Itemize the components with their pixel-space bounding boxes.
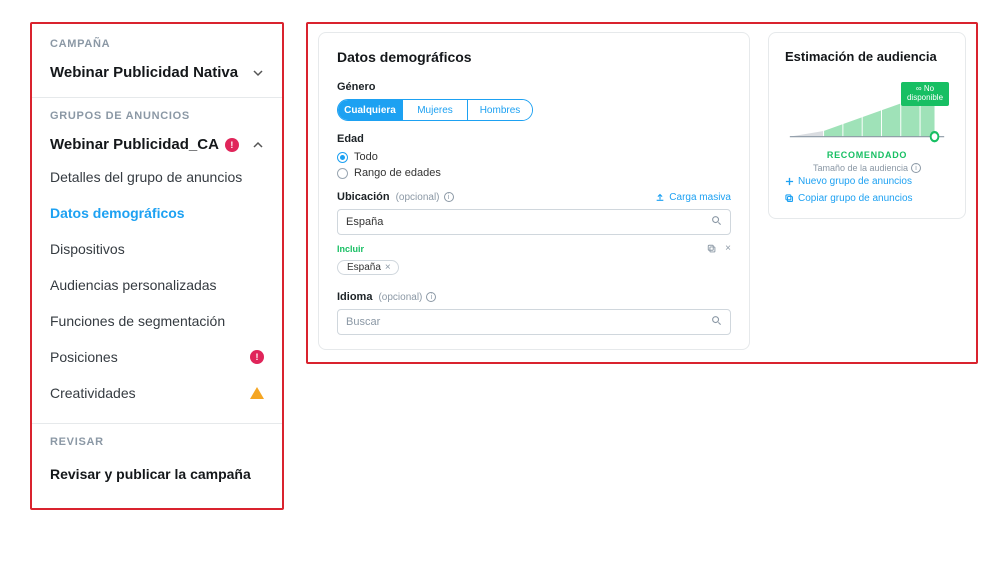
error-badge-icon — [225, 138, 239, 152]
campaign-name: Webinar Publicidad Nativa — [50, 64, 238, 81]
location-label: Ubicación — [337, 191, 390, 203]
gender-label: Género — [337, 81, 731, 93]
upload-icon — [655, 192, 665, 202]
sidebar-item-label: Dispositivos — [50, 241, 125, 257]
divider — [32, 97, 282, 98]
radio-label: Todo — [354, 151, 378, 163]
review-publish-link[interactable]: Revisar y publicar la campaña — [32, 454, 282, 492]
plus-icon — [785, 177, 794, 186]
sidebar-item-label: Detalles del grupo de anuncios — [50, 169, 242, 185]
tag-line-2: disponible — [906, 94, 944, 103]
sidebar-item-label: Creatividades — [50, 385, 136, 401]
sidebar-item[interactable]: Dispositivos — [32, 231, 282, 267]
copy-ad-group-link[interactable]: Copiar grupo de anuncios — [785, 193, 949, 204]
location-input[interactable]: España — [337, 209, 731, 235]
sidebar-item[interactable]: Posiciones — [32, 339, 282, 375]
audience-title: Estimación de audiencia — [785, 49, 949, 64]
search-icon — [711, 215, 722, 229]
sidebar-item[interactable]: Datos demográficos — [32, 195, 282, 231]
section-label-review: REVISAR — [32, 434, 282, 454]
remove-chip-icon[interactable]: × — [385, 262, 391, 273]
age-radio-option[interactable]: Todo — [337, 151, 731, 163]
sidebar-item[interactable]: Audiencias personalizadas — [32, 267, 282, 303]
divider — [32, 423, 282, 424]
audience-size-label: Tamaño de la audiencia i — [785, 163, 949, 173]
audience-unavailable-tag: ∞ No disponible — [901, 82, 949, 106]
include-label: Incluir — [337, 244, 364, 254]
info-icon[interactable]: i — [911, 163, 921, 173]
gender-option[interactable]: Cualquiera — [338, 100, 403, 120]
sidebar-item[interactable]: Funciones de segmentación — [32, 303, 282, 339]
location-input-value: España — [346, 216, 383, 228]
demographics-card: Datos demográficos Género CualquieraMuje… — [318, 32, 750, 350]
sidebar-item-label: Funciones de segmentación — [50, 313, 225, 329]
sidebar-item-label: Audiencias personalizadas — [50, 277, 217, 293]
gender-option[interactable]: Mujeres — [403, 100, 468, 120]
gender-segmented-control[interactable]: CualquieraMujeresHombres — [337, 99, 533, 121]
error-badge-icon — [250, 350, 264, 364]
audience-estimate-card: Estimación de audiencia ∞ No disponible … — [768, 32, 966, 219]
copy-icon — [785, 194, 794, 203]
copy-ad-group-label: Copiar grupo de anuncios — [798, 193, 913, 204]
radio-icon — [337, 152, 348, 163]
optional-text: (opcional) — [396, 192, 440, 203]
info-icon[interactable]: i — [426, 292, 436, 302]
sidebar-item[interactable]: Detalles del grupo de anuncios — [32, 159, 282, 195]
language-placeholder: Buscar — [346, 316, 380, 328]
main-content-highlight: Datos demográficos Género CualquieraMuje… — [306, 22, 978, 364]
warning-icon — [250, 387, 264, 399]
duplicate-icon[interactable] — [707, 244, 717, 254]
radio-label: Rango de edades — [354, 167, 441, 179]
language-search-input[interactable]: Buscar — [337, 309, 731, 335]
sidebar-item-label: Posiciones — [50, 349, 118, 365]
sidebar-item[interactable]: Creatividades — [32, 375, 282, 411]
bulk-upload-link[interactable]: Carga masiva — [655, 192, 731, 203]
audience-gauge: ∞ No disponible RECOMENDADO Tamaño de la… — [785, 80, 949, 158]
ad-group-name: Webinar Publicidad_CA — [50, 136, 219, 153]
age-radio-group: Todo Rango de edades — [337, 151, 731, 179]
gender-option[interactable]: Hombres — [468, 100, 532, 120]
clear-include-icon[interactable]: × — [725, 243, 731, 254]
bulk-upload-label: Carga masiva — [669, 192, 731, 203]
chip-label: España — [347, 262, 381, 273]
radio-icon — [337, 168, 348, 179]
info-icon[interactable]: i — [444, 192, 454, 202]
ad-group-nav-list: Detalles del grupo de anuncios Datos demo… — [32, 155, 282, 413]
chevron-up-icon — [252, 139, 264, 151]
age-label: Edad — [337, 133, 731, 145]
age-radio-option[interactable]: Rango de edades — [337, 167, 731, 179]
new-ad-group-label: Nuevo grupo de anuncios — [798, 176, 912, 187]
optional-text: (opcional) — [378, 292, 422, 303]
demographics-title: Datos demográficos — [337, 49, 731, 65]
new-ad-group-link[interactable]: Nuevo grupo de anuncios — [785, 176, 949, 187]
section-label-campaign: CAMPAÑA — [32, 36, 282, 56]
section-label-groups: GRUPOS DE ANUNCIOS — [32, 108, 282, 128]
language-label: Idioma — [337, 291, 372, 303]
campaign-row[interactable]: Webinar Publicidad Nativa — [32, 56, 282, 87]
sidebar-item-label: Datos demográficos — [50, 205, 185, 221]
location-chip[interactable]: España × — [337, 260, 399, 275]
search-icon — [711, 315, 722, 329]
ad-group-row[interactable]: Webinar Publicidad_CA — [32, 128, 282, 155]
campaign-sidebar: CAMPAÑA Webinar Publicidad Nativa GRUPOS… — [30, 22, 284, 510]
recommended-label: RECOMENDADO — [785, 150, 949, 160]
chevron-down-icon — [252, 67, 264, 79]
